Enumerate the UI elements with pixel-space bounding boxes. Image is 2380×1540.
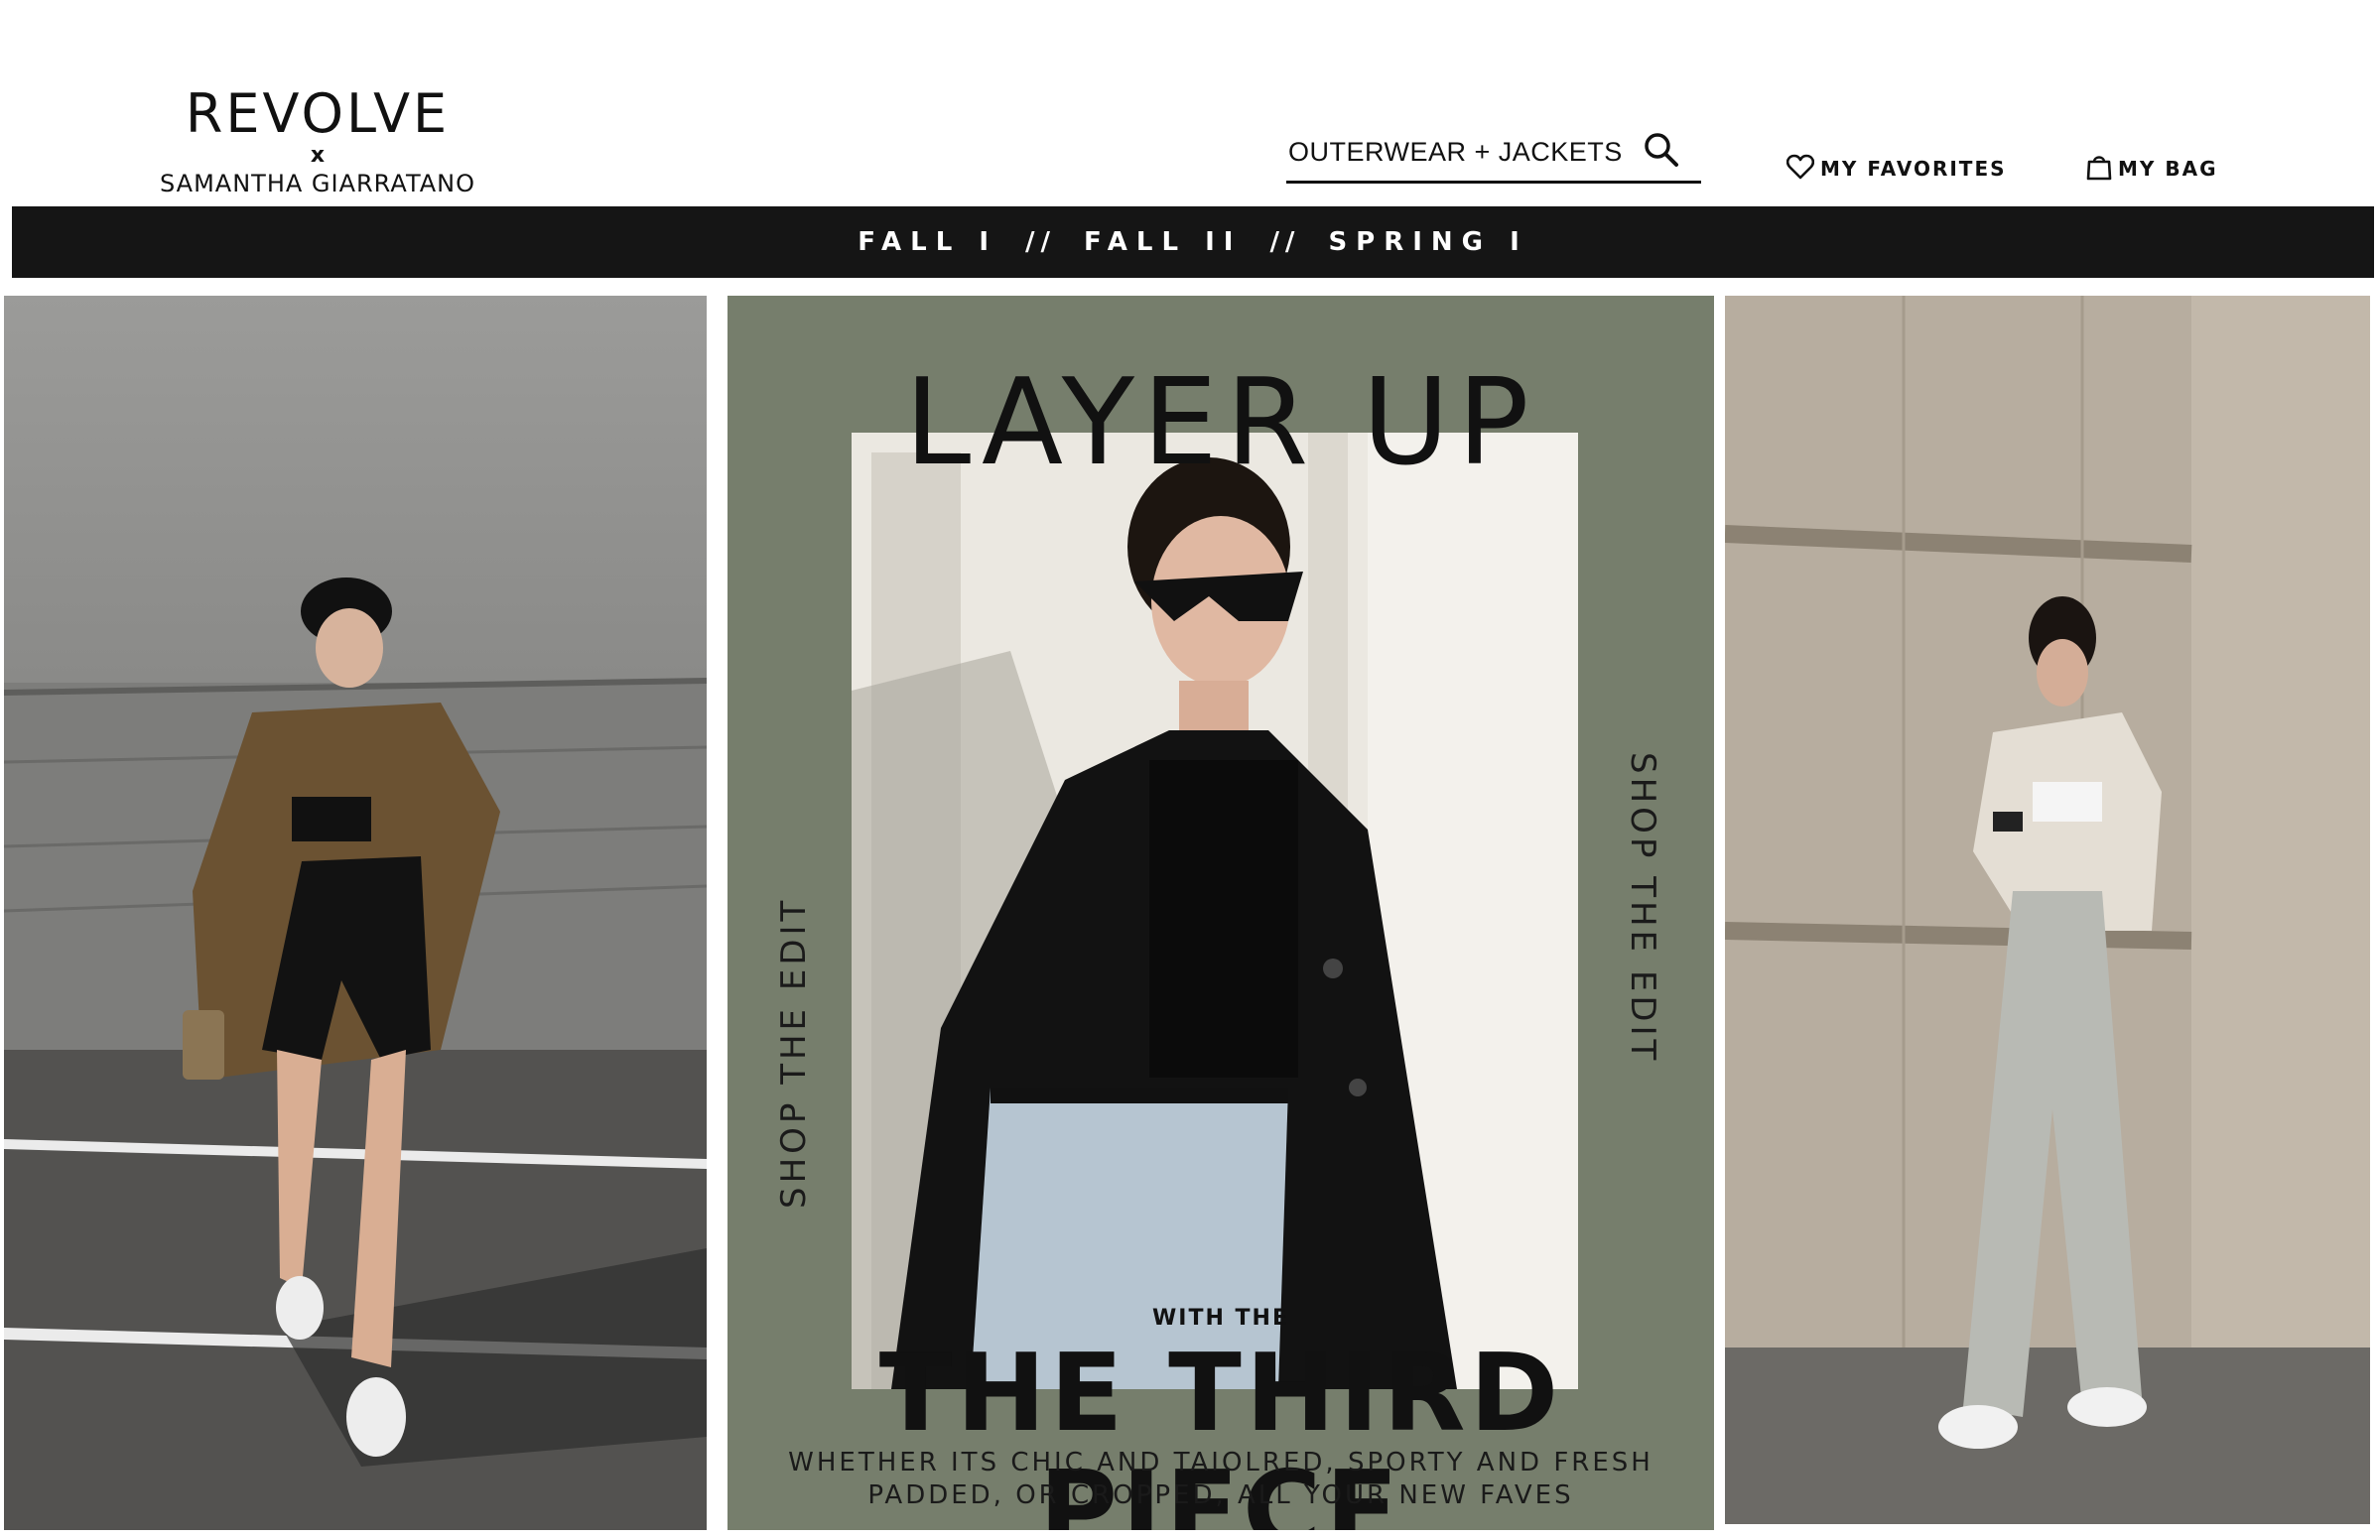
my-favorites-label: MY FAVORITES	[1820, 157, 2007, 181]
hero-headline-top: LAYER UP	[904, 354, 1537, 492]
brand-name: REVOLVE	[185, 82, 451, 145]
heart-icon	[1785, 154, 1815, 185]
hero-description: WHETHER ITS CHIC AND TAIOLRED, SPORTY AN…	[727, 1447, 1714, 1512]
nav-fall-ii[interactable]: FALL II	[1084, 227, 1242, 257]
shopping-bag-icon	[2086, 153, 2112, 186]
shop-the-edit-left-link[interactable]: SHOP THE EDIT	[774, 897, 814, 1209]
hero-description-line-1: WHETHER ITS CHIC AND TAIOLRED, SPORTY AN…	[788, 1448, 1653, 1477]
hero-photo[interactable]	[852, 433, 1578, 1389]
nav-fall-i[interactable]: FALL I	[858, 227, 997, 257]
nav-separator: //	[1269, 227, 1301, 257]
nav-separator: //	[1025, 227, 1056, 257]
my-bag-label: MY BAG	[2118, 157, 2218, 181]
my-favorites-link[interactable]: MY FAVORITES	[1785, 149, 2007, 189]
season-nav: FALL I // FALL II // SPRING I	[12, 206, 2374, 278]
search-icon[interactable]	[1642, 131, 1681, 171]
brand-logo[interactable]: REVOLVE x SAMANTHA GIARRATANO	[149, 83, 486, 202]
left-lookbook-photo[interactable]	[4, 296, 707, 1530]
brand-collab: SAMANTHA GIARRATANO	[159, 170, 475, 197]
hero-description-line-2: PADDED, OR CROPPED, ALL YOUR NEW FAVES	[867, 1480, 1574, 1510]
search-input[interactable]	[1286, 129, 1648, 175]
hero-banner: LAYER UP SHOP THE EDIT SHOP THE EDIT WIT…	[727, 296, 1714, 1530]
search-bar	[1286, 125, 1701, 184]
hero-kicker: WITH THE	[1152, 1306, 1289, 1331]
my-bag-link[interactable]: MY BAG	[2086, 149, 2218, 189]
shop-the-edit-right-link[interactable]: SHOP THE EDIT	[1623, 752, 1662, 1064]
nav-spring-i[interactable]: SPRING I	[1328, 227, 1527, 257]
brand-separator: x	[310, 143, 326, 168]
right-lookbook-photo[interactable]	[1725, 296, 2370, 1524]
